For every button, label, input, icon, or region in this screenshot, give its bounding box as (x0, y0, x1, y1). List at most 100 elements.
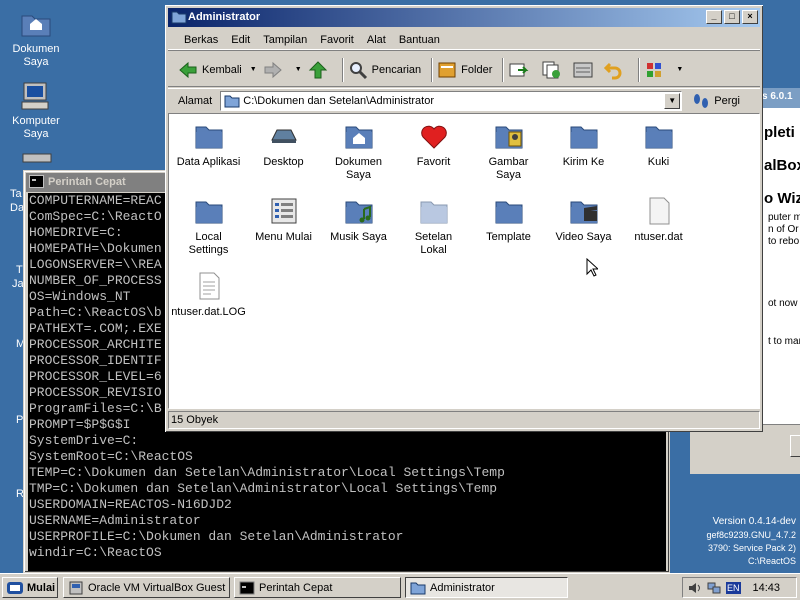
file-item[interactable]: Musik Saya (321, 195, 396, 244)
file-item[interactable]: Kuki (621, 120, 696, 169)
taskbar: Mulai Oracle VM VirtualBox Guest ... Per… (0, 573, 800, 600)
start-label: Mulai (27, 581, 56, 594)
task-virtualbox-installer[interactable]: Oracle VM VirtualBox Guest ... (63, 577, 230, 598)
version-line: C:\ReactOS (747, 556, 796, 566)
pictures-folder-icon (495, 126, 522, 149)
undo-icon (604, 62, 622, 79)
mouse-cursor-icon (586, 258, 598, 277)
desktop-icon-my-computer[interactable]: Komputer Saya (4, 80, 68, 141)
menu-file[interactable]: Berkas (184, 34, 218, 46)
version-line: Version 0.4.14-dev (712, 516, 796, 527)
undo-button[interactable] (604, 60, 628, 80)
console-line: USERDOMAIN=REACTOS-N16DJD2 (29, 497, 232, 512)
volume-icon[interactable] (687, 581, 703, 595)
version-line: 3790: Service Pack 2) (707, 543, 796, 553)
chevron-down-icon[interactable]: ▼ (250, 66, 257, 73)
file-item-label: Saya (495, 169, 522, 181)
file-item[interactable]: Gambar Saya (471, 120, 546, 182)
desktop-label-fragment: T (16, 264, 23, 276)
address-bar: Alamat C:\Dokumen dan Setelan\Administra… (168, 88, 760, 112)
file-item[interactable]: Favorit (396, 120, 471, 169)
drive-icon (22, 153, 52, 163)
desktop-label-fragment: Da (10, 202, 25, 214)
file-item-label: Data Aplikasi (176, 156, 241, 168)
console-line: SystemRoot=C:\ReactOS (29, 449, 193, 464)
task-command-prompt[interactable]: Perintah Cepat (234, 577, 401, 598)
go-button[interactable]: Pergi (692, 93, 740, 109)
home-folder-icon (345, 126, 372, 149)
menu-tools[interactable]: Alat (367, 34, 386, 46)
file-item-label: ntuser.dat (634, 231, 683, 243)
folder-icon (171, 11, 187, 24)
installer-finish-button[interactable] (790, 435, 800, 457)
file-item-label: Favorit (416, 156, 451, 168)
start-button[interactable]: Mulai (2, 577, 58, 598)
file-item[interactable]: Data Aplikasi (171, 120, 246, 169)
search-icon (349, 61, 367, 79)
menu-view[interactable]: Tampilan (263, 34, 307, 46)
file-item[interactable]: Video Saya (546, 195, 621, 244)
chevron-down-icon[interactable]: ▼ (676, 66, 683, 73)
file-item-label: Musik Saya (330, 231, 387, 243)
file-item[interactable]: Kirim Ke (546, 120, 621, 169)
address-value: C:\Dokumen dan Setelan\Administrator (243, 94, 435, 107)
file-item-label: Setelan (414, 231, 453, 243)
minimize-button[interactable]: _ (706, 10, 722, 24)
console-icon (239, 581, 255, 594)
copy-to-button[interactable] (540, 60, 566, 80)
views-icon (647, 62, 662, 77)
desktop-icon-my-documents[interactable]: Dokumen Saya (4, 8, 68, 69)
address-dropdown-button[interactable]: ▼ (664, 92, 681, 109)
file-item[interactable]: ntuser.dat (621, 195, 696, 244)
file-item[interactable]: Desktop (246, 120, 321, 169)
task-administrator-explorer[interactable]: Administrator (405, 577, 568, 598)
console-line: USERPROFILE=C:\Dokumen dan Setelan\Admin… (29, 529, 404, 544)
file-item[interactable]: Local Settings (171, 195, 246, 257)
explorer-window[interactable]: Administrator _ □ × Berkas Edit Tampilan… (165, 5, 763, 432)
back-button[interactable]: Kembali (178, 61, 242, 79)
home-folder-icon (21, 15, 51, 37)
menu-favorites[interactable]: Favorit (320, 34, 354, 46)
address-input[interactable]: C:\Dokumen dan Setelan\Administrator ▼ (220, 90, 683, 111)
system-tray: EN 14:43 (682, 577, 797, 598)
folders-icon (438, 62, 456, 77)
close-button[interactable]: × (742, 10, 758, 24)
file-item-label: Saya (345, 169, 372, 181)
file-item[interactable]: Template (471, 195, 546, 244)
folders-button[interactable]: Folder (437, 60, 492, 80)
console-line: TEMP=C:\Dokumen dan Setelan\Administrato… (29, 465, 505, 480)
delete-icon (573, 62, 593, 77)
console-line: USERNAME=Administrator (29, 513, 201, 528)
folder-icon (570, 126, 597, 149)
copy-to-icon (542, 61, 561, 78)
footsteps-icon (694, 93, 709, 108)
computer-icon (21, 82, 49, 110)
language-indicator[interactable]: EN (726, 581, 741, 594)
move-to-button[interactable] (508, 60, 534, 80)
menu-help[interactable]: Bantuan (399, 34, 440, 46)
folder-icon (645, 126, 672, 149)
file-item[interactable]: ntuser.dat.LOG (171, 270, 246, 319)
video-folder-icon (570, 201, 597, 224)
maximize-button[interactable]: □ (724, 10, 740, 24)
task-label: Oracle VM VirtualBox Guest ... (88, 581, 230, 594)
chevron-down-icon[interactable]: ▼ (295, 66, 302, 73)
delete-button[interactable] (572, 60, 598, 80)
views-button[interactable] (644, 60, 668, 80)
task-label: Perintah Cepat (259, 581, 333, 594)
file-item[interactable]: Dokumen Saya (321, 120, 396, 182)
forward-button[interactable] (263, 61, 287, 79)
network-icon[interactable] (706, 581, 722, 595)
file-item[interactable]: Setelan Lokal (396, 195, 471, 257)
search-button[interactable]: Pencarian (348, 60, 422, 80)
heart-icon (420, 125, 447, 149)
up-button[interactable] (308, 60, 332, 80)
file-list[interactable]: Data Aplikasi Desktop Dokumen Saya Favorit Ga… (168, 113, 760, 409)
folder-icon (195, 201, 222, 224)
status-bar: 15 Obyek (168, 411, 760, 429)
explorer-title-bar[interactable]: Administrator _ □ × (168, 8, 760, 27)
search-label: Pencarian (371, 63, 422, 76)
version-line: gef8c9239.GNU_4.7.2 (706, 530, 796, 540)
menu-edit[interactable]: Edit (231, 34, 250, 46)
file-item[interactable]: Menu Mulai (246, 195, 321, 244)
